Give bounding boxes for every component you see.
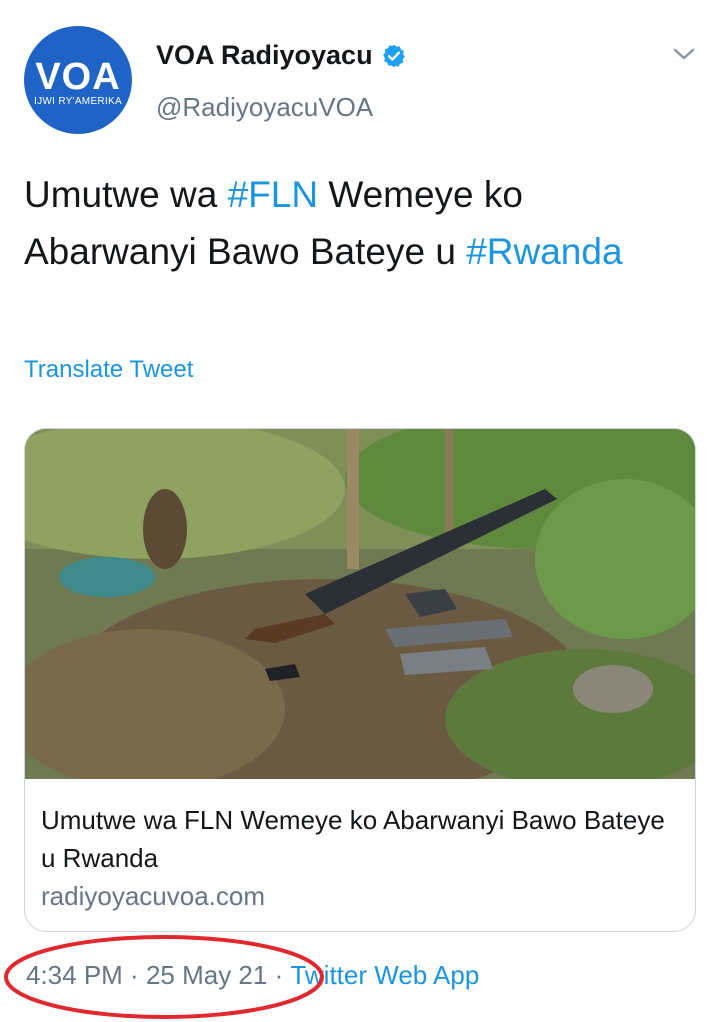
- account-name-row[interactable]: VOA Radiyoyacu: [156, 40, 407, 71]
- avatar-logo-text: VOA: [35, 56, 121, 98]
- card-domain: radiyoyacuvoa.com: [41, 881, 265, 911]
- translate-tweet-link[interactable]: Translate Tweet: [24, 356, 193, 384]
- avatar-logo-subtext: IJWI RY'AMERIKA: [34, 96, 122, 107]
- hashtag-link[interactable]: #FLN: [228, 174, 318, 215]
- annotation-circle: [4, 935, 324, 1019]
- card-title[interactable]: Umutwe wa FLN Wemeye ko Abarwanyi Bawo B…: [41, 801, 681, 877]
- avatar[interactable]: VOA IJWI RY'AMERIKA: [24, 26, 132, 134]
- link-card[interactable]: Umutwe wa FLN Wemeye ko Abarwanyi Bawo B…: [24, 428, 696, 932]
- tweet-text: Umutwe wa #FLN Wemeye ko Abarwanyi Bawo …: [24, 166, 684, 280]
- tweet-text-segment: Umutwe wa: [24, 174, 228, 215]
- display-name[interactable]: VOA Radiyoyacu: [156, 40, 373, 71]
- verified-badge-icon: [382, 44, 405, 67]
- chevron-down-icon[interactable]: [670, 44, 698, 64]
- hashtag-link[interactable]: #Rwanda: [466, 231, 622, 272]
- card-image: [25, 429, 695, 779]
- handle[interactable]: @RadiyoyacuVOA: [156, 92, 373, 123]
